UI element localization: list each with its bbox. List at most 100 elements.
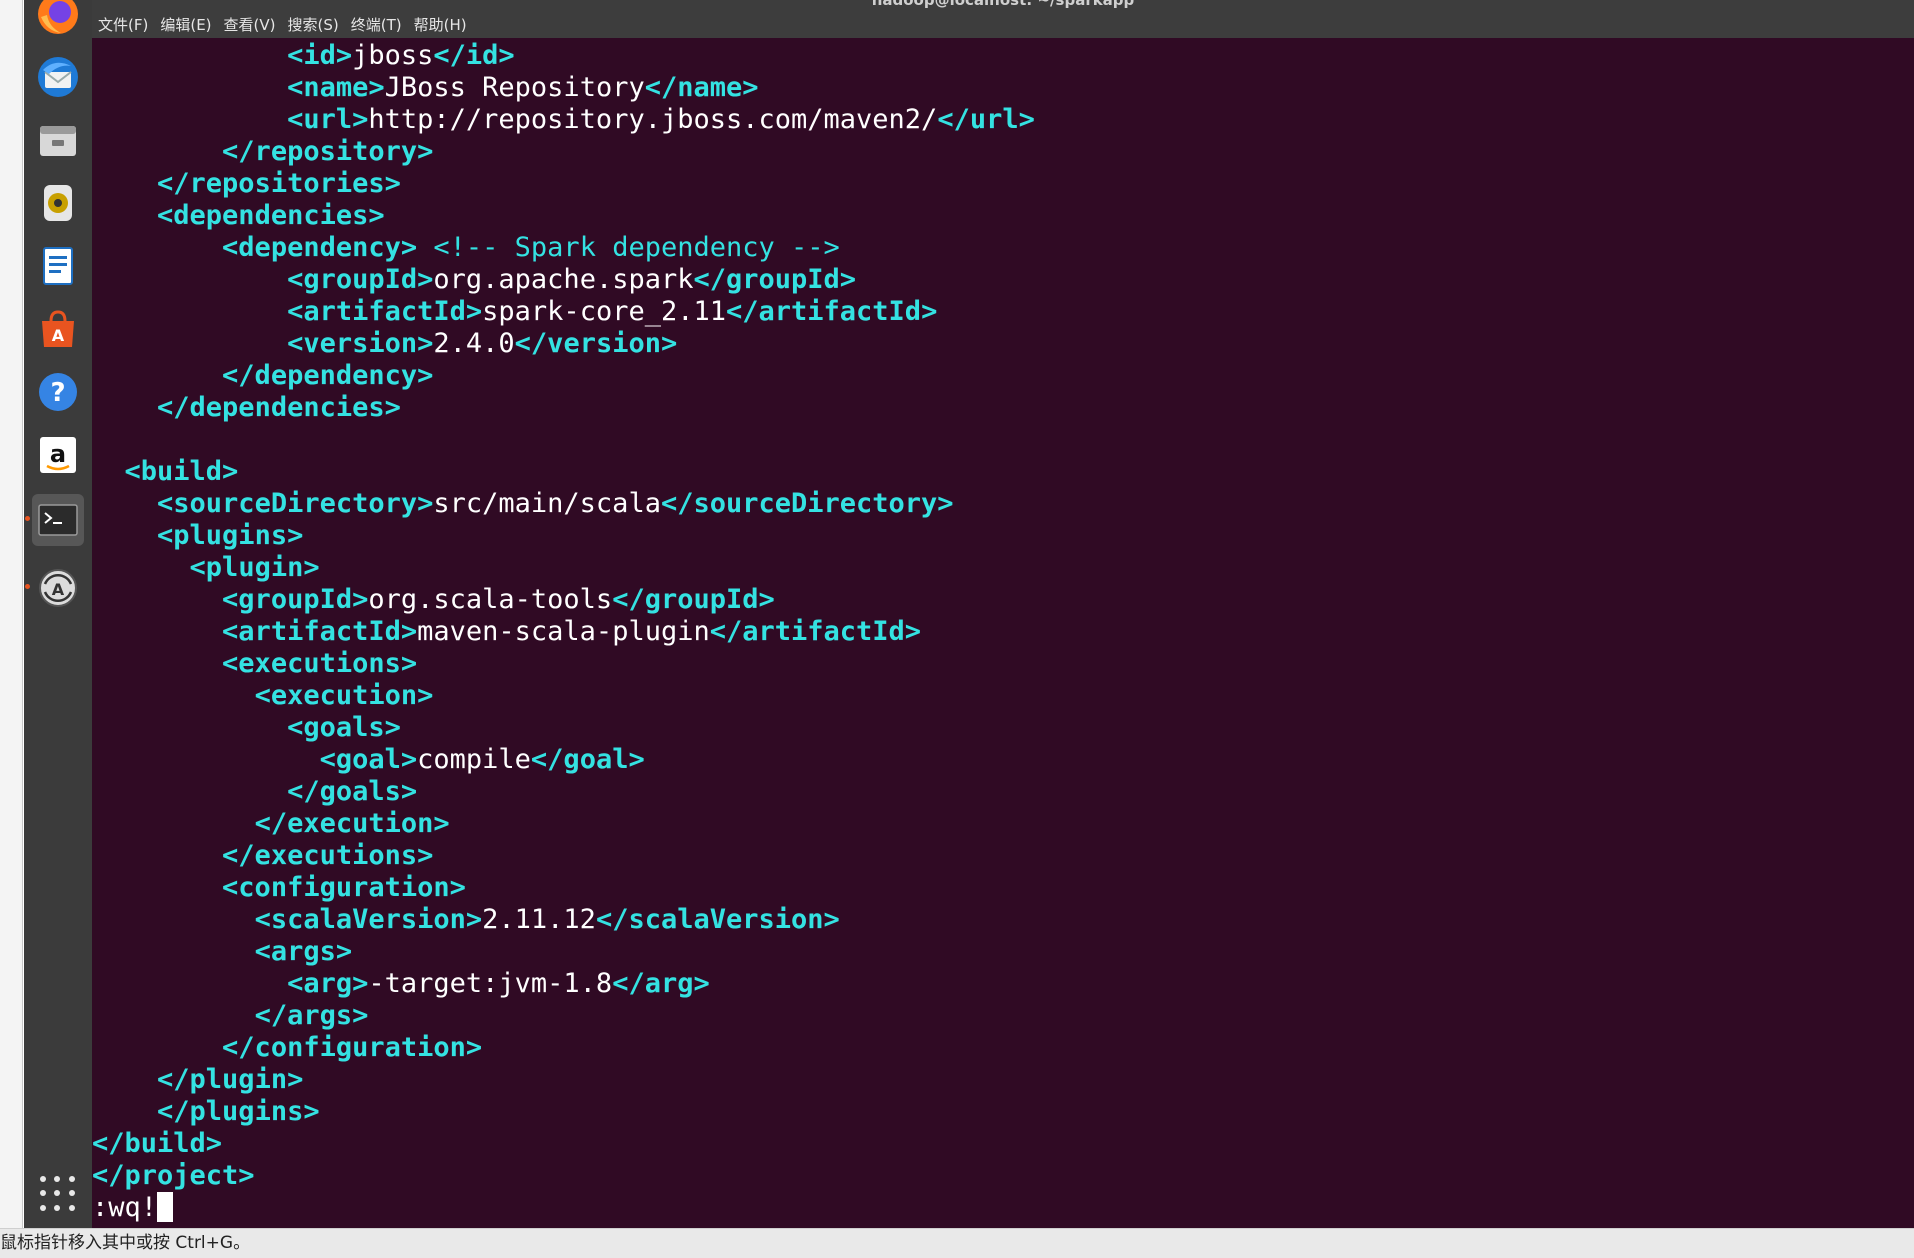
- code-line: <name>JBoss Repository</name>: [92, 72, 1914, 104]
- xml-tag: </groupId>: [693, 264, 857, 295]
- xml-tag: <goal>: [319, 744, 418, 775]
- writer-icon: [43, 247, 73, 285]
- xml-tag: <id>: [287, 40, 353, 71]
- xml-tag: <scalaVersion>: [254, 904, 483, 935]
- menu-file[interactable]: 文件(F): [98, 14, 148, 35]
- software-updater-icon: A: [39, 569, 77, 607]
- terminal-icon: [38, 504, 78, 536]
- xml-tag: <version>: [287, 328, 434, 359]
- xml-tag: </scalaVersion>: [595, 904, 840, 935]
- dock-item-firefox[interactable]: [32, 0, 84, 40]
- xml-tag: <goals>: [287, 712, 401, 743]
- dock-item-software-updater[interactable]: A: [25, 562, 84, 614]
- rhythmbox-icon: [44, 185, 72, 221]
- vim-buffer[interactable]: <id>jboss</id> <name>JBoss Repository</n…: [92, 40, 1914, 1224]
- dock-item-rhythmbox[interactable]: [32, 177, 84, 229]
- code-line: <executions>: [92, 648, 1914, 680]
- dock-item-files[interactable]: [32, 114, 84, 166]
- xml-tag: </plugins>: [157, 1096, 320, 1127]
- xml-tag: </dependencies>: [157, 392, 401, 423]
- svg-text:A: A: [52, 326, 65, 345]
- code-line: </args>: [92, 1000, 1914, 1032]
- dock-item-amazon[interactable]: a: [32, 429, 84, 481]
- dock-item-software-center[interactable]: A: [32, 303, 84, 355]
- code-line: <arg>-target:jvm-1.8</arg>: [92, 968, 1914, 1000]
- code-line: </executions>: [92, 840, 1914, 872]
- code-line: <id>jboss</id>: [92, 40, 1914, 72]
- help-icon: ?: [39, 373, 77, 411]
- amazon-icon: a: [40, 437, 76, 473]
- code-line: </configuration>: [92, 1032, 1914, 1064]
- xml-tag: <dependency>: [222, 232, 418, 263]
- code-text: src/main/scala: [433, 488, 661, 519]
- vim-command-line[interactable]: :wq!: [92, 1192, 1914, 1224]
- code-line: </plugins>: [92, 1096, 1914, 1128]
- xml-tag: </goals>: [287, 776, 418, 807]
- xml-tag: <plugins>: [157, 520, 304, 551]
- text-cursor: [157, 1192, 174, 1222]
- code-text: 2.11.12: [482, 904, 596, 935]
- running-indicator: [25, 516, 30, 521]
- code-line: </build>: [92, 1128, 1914, 1160]
- xml-tag: </project>: [92, 1160, 255, 1191]
- xml-tag: </id>: [433, 40, 515, 71]
- menu-terminal[interactable]: 终端(T): [351, 14, 402, 35]
- xml-tag: <url>: [287, 104, 369, 135]
- terminal-window[interactable]: hadoop@localhost: ~/sparkapp 文件(F) 编辑(E)…: [92, 0, 1914, 1228]
- show-applications-icon[interactable]: [40, 1176, 76, 1212]
- xml-tag: <arg>: [287, 968, 369, 999]
- code-line: <plugins>: [92, 520, 1914, 552]
- xml-tag: <plugin>: [189, 552, 320, 583]
- xml-tag: </args>: [254, 1000, 369, 1031]
- dock-item-terminal[interactable]: [25, 494, 84, 546]
- xml-tag: <build>: [124, 456, 239, 487]
- xml-tag: </version>: [514, 328, 678, 359]
- xml-tag: <executions>: [222, 648, 418, 679]
- terminal-titlebar[interactable]: hadoop@localhost: ~/sparkapp 文件(F) 编辑(E)…: [92, 0, 1914, 38]
- xml-tag: <args>: [254, 936, 353, 967]
- xml-tag: </repositories>: [157, 168, 401, 199]
- menu-search[interactable]: 搜索(S): [288, 14, 339, 35]
- svg-text:A: A: [52, 580, 65, 599]
- menu-help[interactable]: 帮助(H): [414, 14, 467, 35]
- code-line: <version>2.4.0</version>: [92, 328, 1914, 360]
- code-text: compile: [417, 744, 531, 775]
- menu-edit[interactable]: 编辑(E): [160, 14, 211, 35]
- xml-tag: </configuration>: [222, 1032, 483, 1063]
- code-line: </project>: [92, 1160, 1914, 1192]
- dock-item-writer[interactable]: [32, 240, 84, 292]
- code-text: maven-scala-plugin: [417, 616, 710, 647]
- code-text: spark-core_2.11: [482, 296, 726, 327]
- code-line: </dependencies>: [92, 392, 1914, 424]
- code-text: org.apache.spark: [433, 264, 694, 295]
- dock-item-thunderbird[interactable]: [32, 51, 84, 103]
- xml-tag: <execution>: [254, 680, 434, 711]
- menu-view[interactable]: 查看(V): [224, 14, 276, 35]
- host-window-edge: [0, 0, 23, 1228]
- code-line: <artifactId>maven-scala-plugin</artifact…: [92, 616, 1914, 648]
- dock-item-help[interactable]: ?: [32, 366, 84, 418]
- launcher-dock: A ? a A: [24, 0, 92, 1228]
- code-line: <scalaVersion>2.11.12</scalaVersion>: [92, 904, 1914, 936]
- xml-tag: </execution>: [254, 808, 450, 839]
- xml-tag: <groupId>: [287, 264, 434, 295]
- running-indicator: [25, 584, 30, 589]
- code-line: </goals>: [92, 776, 1914, 808]
- xml-tag: </goal>: [530, 744, 645, 775]
- xml-tag: </groupId>: [612, 584, 775, 615]
- code-line: </dependency>: [92, 360, 1914, 392]
- xml-tag: </artifactId>: [709, 616, 922, 647]
- code-line: <sourceDirectory>src/main/scala</sourceD…: [92, 488, 1914, 520]
